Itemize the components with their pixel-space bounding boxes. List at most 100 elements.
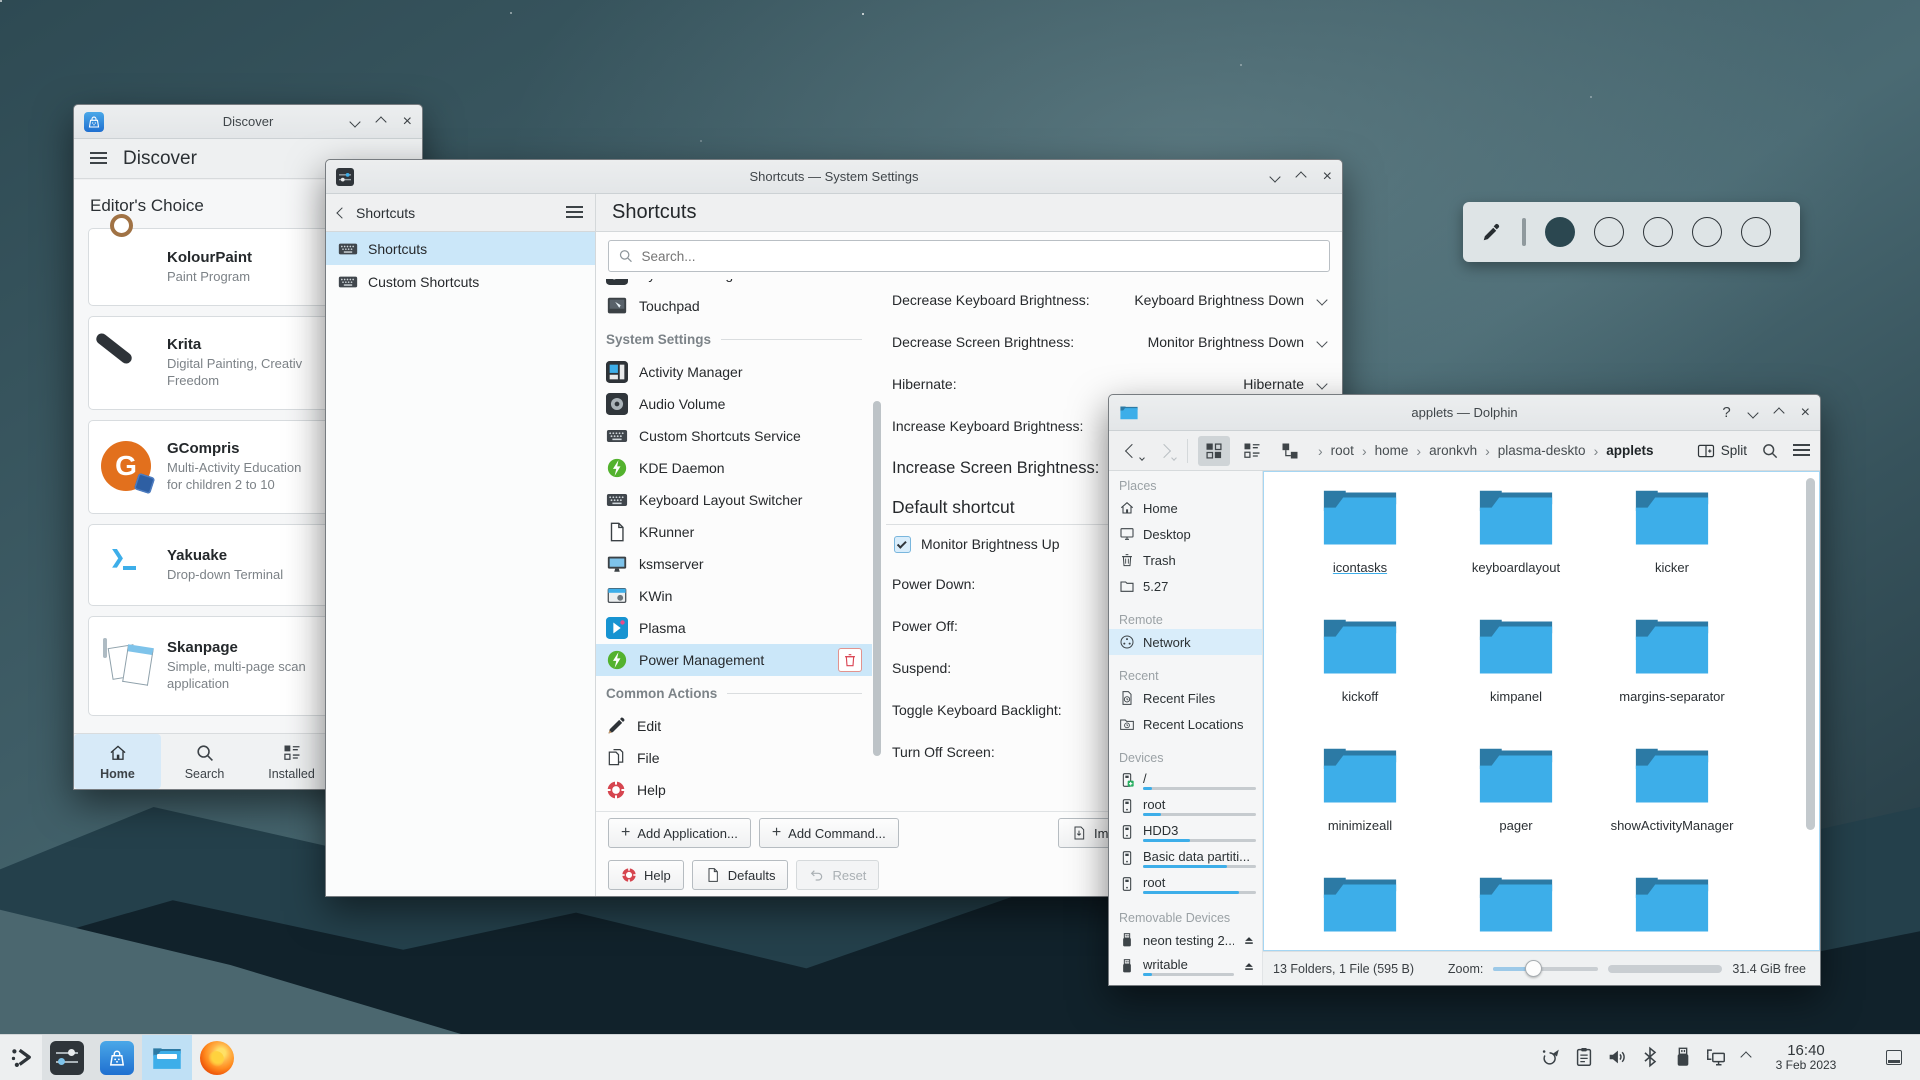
folder-item-kickoff[interactable]: kickoff: [1282, 611, 1438, 723]
place-recent-locations[interactable]: Recent Locations: [1109, 711, 1262, 737]
eject-icon[interactable]: [1242, 933, 1256, 947]
task-discover[interactable]: [92, 1034, 142, 1080]
folder-item-icontasks[interactable]: icontasks: [1282, 482, 1438, 594]
list-item-system-settings[interactable]: System Settings: [596, 279, 872, 290]
close-icon[interactable]: ×: [403, 113, 412, 130]
tray-expand-icon[interactable]: [1740, 1051, 1752, 1064]
close-icon[interactable]: ×: [1801, 404, 1810, 421]
minimize-icon[interactable]: [348, 115, 361, 128]
nav-search[interactable]: Search: [161, 734, 248, 789]
chevron-down-icon[interactable]: [1316, 294, 1328, 306]
list-item-plasma[interactable]: Plasma: [596, 612, 872, 644]
tray-bluetooth-icon[interactable]: [1639, 1046, 1661, 1068]
device-hdd3[interactable]: HDD3: [1109, 819, 1262, 845]
list-item-keyboard-layout-switcher[interactable]: Keyboard Layout Switcher: [596, 484, 872, 516]
nav-home[interactable]: Home: [74, 734, 161, 789]
tray-updates-icon[interactable]: [1540, 1046, 1562, 1068]
list-item-touchpad[interactable]: Touchpad: [596, 290, 872, 322]
search-field[interactable]: [608, 240, 1330, 272]
remove-component-button[interactable]: [838, 648, 862, 672]
app-launcher-button[interactable]: [0, 1035, 42, 1080]
show-desktop-button[interactable]: [1886, 1049, 1902, 1065]
task-system-settings[interactable]: [42, 1034, 92, 1080]
zoom-slider[interactable]: [1493, 959, 1599, 977]
folder-item-keyboardlayout[interactable]: keyboardlayout: [1438, 482, 1594, 594]
place-home[interactable]: Home: [1109, 495, 1262, 521]
split-button[interactable]: Split: [1697, 442, 1747, 460]
removable-writable[interactable]: writable: [1109, 953, 1262, 979]
folder-item-showactivitymanager[interactable]: showActivityManager: [1594, 740, 1750, 852]
list-item-krunner[interactable]: KRunner: [596, 516, 872, 548]
device-basic-data[interactable]: Basic data partiti...: [1109, 845, 1262, 871]
place-trash[interactable]: Trash: [1109, 547, 1262, 573]
list-item-kde-daemon[interactable]: KDE Daemon: [596, 452, 872, 484]
folder-item-minimizeall[interactable]: minimizeall: [1282, 740, 1438, 852]
task-dolphin[interactable]: [142, 1034, 192, 1080]
task-firefox[interactable]: [192, 1035, 242, 1080]
digital-clock[interactable]: 16:40 3 Feb 2023: [1765, 1042, 1847, 1073]
list-item-custom-shortcuts-service[interactable]: Custom Shortcuts Service: [596, 420, 872, 452]
list-item-power-management[interactable]: Power Management: [596, 644, 872, 676]
color-swatch-selected[interactable]: [1545, 217, 1575, 247]
sidebar-item-custom-shortcuts[interactable]: Custom Shortcuts: [326, 265, 595, 298]
folder-item-margins-separator[interactable]: margins-separator: [1594, 611, 1750, 723]
place-527[interactable]: 5.27: [1109, 573, 1262, 599]
chevron-down-icon[interactable]: [1316, 336, 1328, 348]
zoom-slider-knob[interactable]: [1524, 959, 1542, 977]
menu-icon[interactable]: [1793, 444, 1810, 457]
tray-clipboard-icon[interactable]: [1573, 1046, 1595, 1068]
list-scrollbar[interactable]: [873, 401, 881, 756]
close-icon[interactable]: ×: [1323, 168, 1332, 185]
device-root2[interactable]: root: [1109, 871, 1262, 897]
place-network[interactable]: Network: [1109, 629, 1262, 655]
color-swatch-empty-4[interactable]: [1741, 217, 1771, 247]
color-swatch-empty-2[interactable]: [1643, 217, 1673, 247]
list-item-help[interactable]: Help: [596, 774, 872, 806]
details-view-button[interactable]: [1236, 436, 1268, 466]
dolphin-titlebar[interactable]: applets — Dolphin ? ×: [1109, 395, 1820, 431]
list-item-edit[interactable]: Edit: [596, 710, 872, 742]
removable-neon-testing[interactable]: neon testing 2...: [1109, 927, 1262, 953]
tray-network-icon[interactable]: [1705, 1046, 1727, 1068]
breadcrumb-home[interactable]: home: [1375, 443, 1409, 458]
add-command-button[interactable]: + Add Command...: [758, 818, 899, 848]
menu-icon[interactable]: [90, 152, 107, 165]
checkbox-checked-icon[interactable]: [894, 535, 911, 553]
help-button[interactable]: Help: [608, 860, 684, 890]
color-picker-icon[interactable]: [1481, 221, 1503, 243]
help-icon[interactable]: ?: [1722, 405, 1730, 420]
device-root1[interactable]: root: [1109, 793, 1262, 819]
back-label[interactable]: Shortcuts: [356, 205, 415, 221]
folder-item-partial-1[interactable]: [1282, 869, 1438, 951]
minimize-icon[interactable]: [1268, 170, 1281, 183]
maximize-icon[interactable]: [1772, 406, 1785, 419]
view-scrollbar[interactable]: [1806, 478, 1815, 830]
back-icon[interactable]: [336, 206, 348, 219]
breadcrumb-aronkvh[interactable]: aronkvh: [1429, 443, 1477, 458]
list-item-ksmserver[interactable]: ksmserver: [596, 548, 872, 580]
search-input[interactable]: [641, 248, 1320, 264]
icons-view-button[interactable]: [1198, 435, 1230, 466]
list-item-kwin[interactable]: KWin: [596, 580, 872, 612]
folder-item-kicker[interactable]: kicker: [1594, 482, 1750, 594]
color-swatch-empty-1[interactable]: [1594, 217, 1624, 247]
maximize-icon[interactable]: [1294, 170, 1307, 183]
place-recent-files[interactable]: Recent Files: [1109, 685, 1262, 711]
minimize-icon[interactable]: [1746, 406, 1759, 419]
tree-view-button[interactable]: [1274, 436, 1306, 466]
discover-titlebar[interactable]: Discover ×: [74, 105, 422, 139]
chevron-down-icon[interactable]: [1316, 378, 1328, 390]
forward-button[interactable]: [1151, 438, 1177, 464]
folder-item-pager[interactable]: pager: [1438, 740, 1594, 852]
folder-item-partial-2[interactable]: [1438, 869, 1594, 951]
search-icon[interactable]: [1761, 442, 1779, 460]
system-settings-titlebar[interactable]: Shortcuts — System Settings ×: [326, 160, 1342, 194]
breadcrumb-applets[interactable]: applets: [1606, 443, 1653, 458]
sidebar-item-shortcuts[interactable]: Shortcuts: [326, 232, 595, 265]
color-swatch-empty-3[interactable]: [1692, 217, 1722, 247]
folder-item-kimpanel[interactable]: kimpanel: [1438, 611, 1594, 723]
folder-item-partial-3[interactable]: [1594, 869, 1750, 951]
breadcrumb-root[interactable]: root: [1331, 443, 1354, 458]
tray-usb-device-icon[interactable]: [1672, 1046, 1694, 1068]
list-item-audio-volume[interactable]: Audio Volume: [596, 388, 872, 420]
